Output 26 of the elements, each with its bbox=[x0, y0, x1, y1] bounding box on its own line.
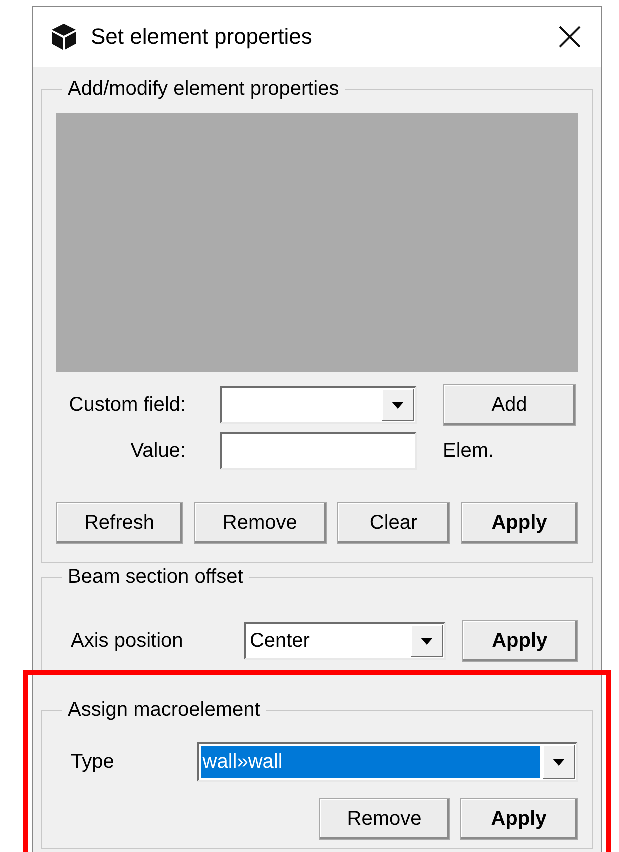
caret-icon bbox=[392, 402, 404, 408]
window-title: Set element properties bbox=[91, 24, 314, 50]
elem-label: Elem. bbox=[443, 440, 494, 462]
action-button[interactable]: Apply bbox=[460, 502, 578, 544]
group-title: Add/modify element properties bbox=[67, 77, 340, 101]
field-label: Value: bbox=[130, 440, 187, 462]
add-button[interactable]: Add bbox=[443, 384, 576, 426]
group-title: Assign macroelement bbox=[67, 698, 262, 722]
value-field[interactable] bbox=[220, 432, 417, 470]
custom-field-dropdown[interactable] bbox=[220, 386, 417, 424]
field-label: Custom field: bbox=[68, 394, 187, 416]
action-button[interactable]: Clear bbox=[337, 502, 450, 544]
dropdown[interactable]: Center bbox=[244, 622, 446, 660]
caret-icon bbox=[420, 638, 433, 644]
action-button[interactable]: Refresh bbox=[56, 502, 183, 544]
field-label: Type bbox=[71, 750, 116, 774]
close-icon[interactable] bbox=[559, 26, 581, 48]
field-label: Axis position bbox=[71, 630, 184, 652]
group-title: Beam section offset bbox=[67, 565, 244, 589]
apply-button[interactable]: Apply bbox=[462, 620, 578, 662]
action-button[interactable]: Remove bbox=[319, 798, 450, 840]
caret-icon bbox=[553, 758, 565, 766]
action-button[interactable]: Remove bbox=[194, 502, 327, 544]
cube-icon bbox=[49, 22, 79, 52]
dropdown[interactable]: wall»wall bbox=[196, 742, 578, 782]
action-button[interactable]: Apply bbox=[460, 798, 578, 840]
